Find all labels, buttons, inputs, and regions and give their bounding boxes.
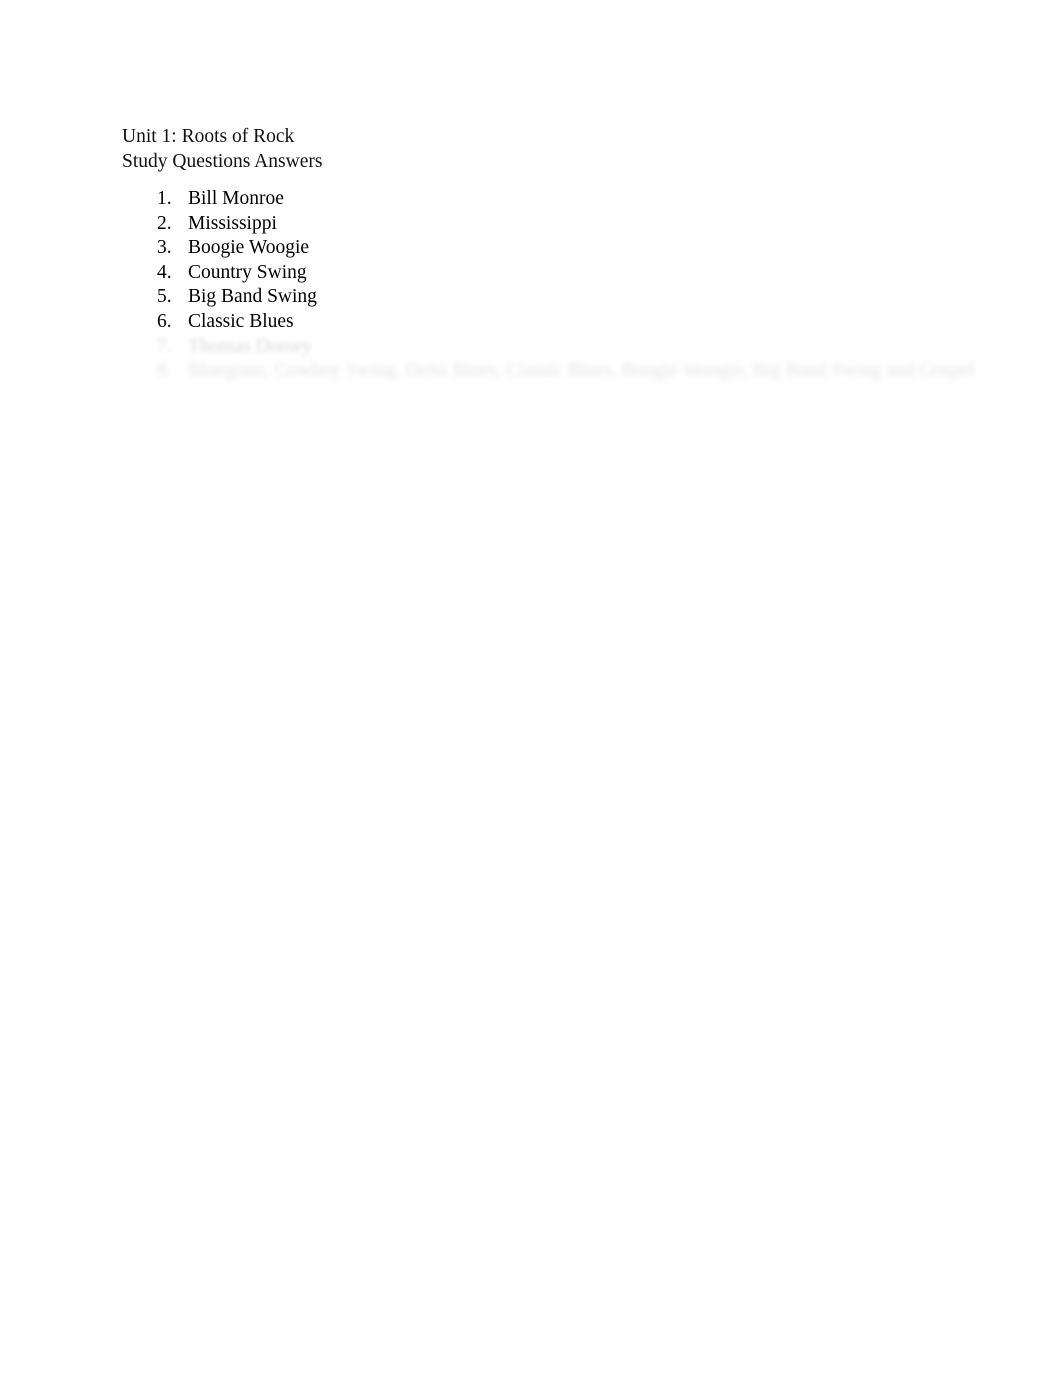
answers-list: 1. Bill Monroe 2. Mississippi 3. Boogie … <box>122 187 1002 384</box>
list-item: 8. Bluegrass, Cowboy Swing, Delta Blues,… <box>122 359 1002 384</box>
list-item-text: Boogie Woogie <box>188 237 310 259</box>
list-item-number: 3. <box>157 237 172 259</box>
document-page: Unit 1: Roots of Rock Study Questions An… <box>0 0 1062 1377</box>
list-item-text: Big Band Swing <box>188 286 317 308</box>
unit-title: Unit 1: Roots of Rock <box>122 126 295 147</box>
list-item-number: 7. <box>157 335 172 357</box>
list-item-text: Country Swing <box>188 261 307 283</box>
list-item-text: Mississippi <box>188 212 277 234</box>
list-item: 5. Big Band Swing <box>122 285 1002 310</box>
list-item-number: 8. <box>157 360 172 382</box>
list-item-text: Bill Monroe <box>188 188 284 209</box>
list-item-text: Thomas Dorsey <box>188 335 313 357</box>
list-item-number: 6. <box>157 310 172 332</box>
list-item: 6. Classic Blues <box>122 310 1002 335</box>
list-item: 2. Mississippi <box>122 212 1002 237</box>
document-header: Unit 1: Roots of Rock Study Questions An… <box>122 124 1002 174</box>
document-body: Unit 1: Roots of Rock Study Questions An… <box>122 124 1002 384</box>
list-item-number: 5. <box>157 286 172 308</box>
list-item-number: 4. <box>157 261 172 283</box>
list-item-number: 1. <box>157 188 172 209</box>
list-item: 4. Country Swing <box>122 261 1002 286</box>
list-item: 7. Thomas Dorsey <box>122 335 1002 360</box>
list-item-text: Classic Blues <box>188 310 294 332</box>
list-item: 3. Boogie Woogie <box>122 236 1002 261</box>
document-subtitle: Study Questions Answers <box>122 151 323 172</box>
list-item: 1. Bill Monroe <box>122 187 1002 212</box>
list-item-number: 2. <box>157 212 172 234</box>
list-item-text: Bluegrass, Cowboy Swing, Delta Blues, Cl… <box>188 360 975 382</box>
